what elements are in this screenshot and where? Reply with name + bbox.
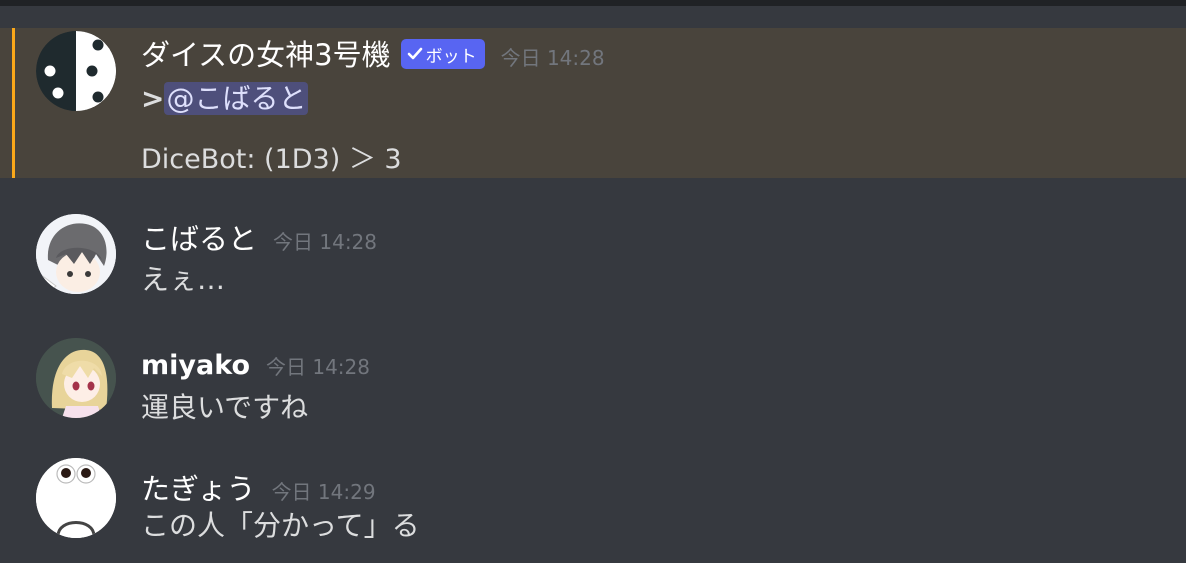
timestamp[interactable]: 今日 14:29: [272, 476, 376, 505]
top-divider: [0, 0, 1186, 6]
message-text: この人「分かって」る: [141, 509, 420, 542]
username[interactable]: こばると: [141, 216, 257, 258]
timestamp[interactable]: 今日 14:28: [266, 351, 370, 380]
message-header-kobaruto: こばると 今日 14:28: [141, 216, 377, 258]
surprised-face-avatar-icon: [36, 458, 116, 538]
avatar-dice-bot[interactable]: [36, 31, 116, 111]
message-text: えぇ…: [141, 263, 226, 296]
message-header-miyako: miyako 今日 14:28: [141, 350, 370, 381]
avatar-miyako[interactable]: [36, 338, 116, 418]
anime-girl-avatar-icon: [36, 338, 116, 418]
username[interactable]: たぎょう: [141, 466, 256, 508]
reply-line: >@こばると: [141, 77, 309, 117]
message-header-bot: ダイスの女神3号機 ボット 今日 14:28: [141, 32, 605, 74]
message-text: 運良いですね: [141, 391, 309, 424]
avatar-kobaruto[interactable]: [36, 214, 116, 294]
timestamp[interactable]: 今日 14:28: [273, 226, 377, 255]
bot-tag: ボット: [400, 39, 485, 69]
timestamp[interactable]: 今日 14:28: [501, 42, 605, 71]
username[interactable]: ダイスの女神3号機: [141, 32, 391, 74]
quote-marker: >: [141, 82, 165, 115]
anime-boy-avatar-icon: [36, 214, 116, 294]
avatar-tagyou[interactable]: [36, 458, 116, 538]
user-mention[interactable]: @こばると: [164, 82, 309, 115]
username[interactable]: miyako: [141, 350, 250, 381]
check-icon: [407, 47, 422, 60]
dice-avatar-icon: [36, 31, 116, 111]
mention-indicator-bar: [12, 28, 15, 178]
message-text: DiceBot: (1D3) ＞ 3: [141, 144, 402, 175]
bot-tag-label: ボット: [425, 46, 477, 67]
message-header-tagyou: たぎょう 今日 14:29: [141, 466, 376, 508]
